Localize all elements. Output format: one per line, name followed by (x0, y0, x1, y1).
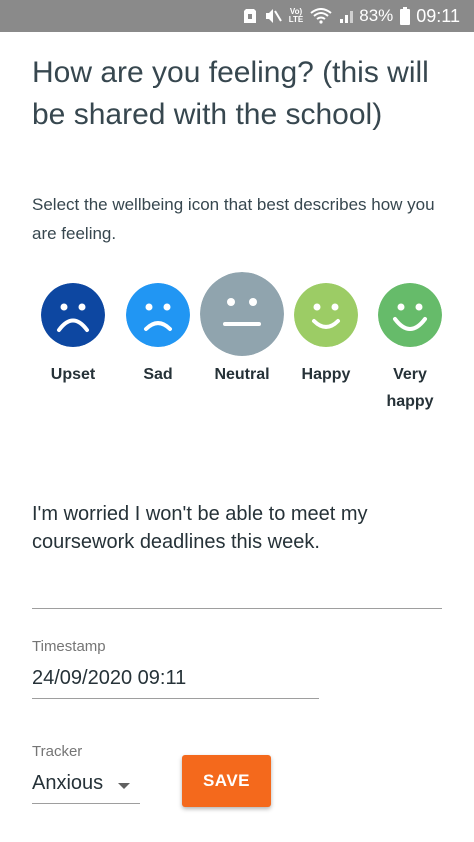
mood-label-upset: Upset (50, 366, 96, 383)
mute-icon (264, 8, 282, 24)
save-button[interactable]: SAVE (182, 755, 271, 807)
tracker-select[interactable]: Anxious (32, 772, 103, 795)
timestamp-input[interactable]: 24/09/2020 09:11 (32, 667, 186, 690)
page-title: How are you feeling? (this will be share… (32, 56, 429, 131)
clock-time: 09:11 (416, 5, 460, 26)
very-happy-face-icon (378, 283, 442, 347)
dropdown-arrow-icon[interactable] (118, 783, 130, 789)
mood-label-neutral: Neutral (214, 366, 270, 383)
sad-face-icon (126, 283, 190, 347)
volte-bottom-text: LTE (288, 15, 304, 24)
timestamp-label: Timestamp (32, 638, 106, 655)
mood-option-very-happy[interactable]: Very happy (375, 283, 445, 415)
note-input[interactable]: I'm worried I won't be able to meet my c… (32, 500, 442, 556)
mood-option-upset[interactable]: Upset (38, 283, 108, 388)
upset-face-icon (41, 283, 105, 347)
mood-label-happy: Happy (301, 366, 351, 383)
tracker-underline (32, 803, 140, 804)
mood-option-neutral[interactable]: Neutral (197, 272, 287, 388)
mood-option-happy[interactable]: Happy (291, 283, 361, 388)
battery-percent: 83% (359, 6, 394, 25)
note-input-underline (32, 608, 442, 609)
wifi-icon (310, 8, 332, 24)
mood-label-very-happy: Very happy (386, 366, 434, 410)
status-bar: Vo) LTE 83% 09:11 (0, 0, 474, 32)
sd-card-icon (243, 8, 257, 24)
mood-label-sad: Sad (143, 366, 173, 383)
mood-option-sad[interactable]: Sad (123, 283, 193, 388)
happy-face-icon (294, 283, 358, 347)
page-subtitle: Select the wellbeing icon that best desc… (32, 195, 435, 243)
volte-icon: Vo) LTE (289, 8, 304, 24)
tracker-label: Tracker (32, 743, 83, 760)
battery-icon (400, 7, 411, 25)
signal-icon (339, 8, 355, 24)
timestamp-underline (32, 698, 319, 699)
neutral-face-icon (200, 272, 284, 356)
